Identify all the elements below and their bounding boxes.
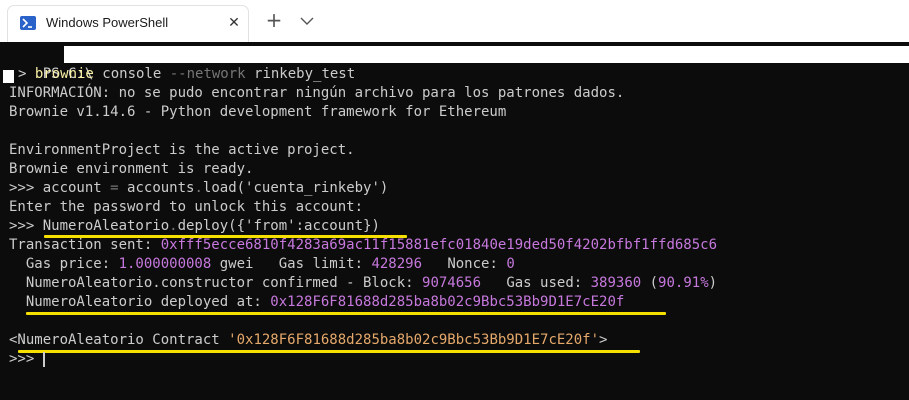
chevron-down-icon[interactable] [298, 11, 316, 31]
final-prompt-line[interactable]: >>> [9, 350, 45, 369]
cursor-block [3, 70, 14, 83]
gas-line: Gas price: 1.000000008 gwei Gas limit: 4… [9, 256, 515, 272]
version-line: Brownie v1.14.6 - Python development fra… [9, 104, 507, 120]
text-caret [42, 351, 45, 367]
deployed-underline [26, 312, 666, 315]
redacted-block [64, 46, 909, 63]
info-line: INFORMACIÓN: no se pudo encontrar ningún… [9, 85, 625, 101]
close-tab-icon[interactable]: ✕ [224, 13, 244, 33]
contract-line: <NumeroAleatorio Contract '0x128F6F81688… [9, 332, 608, 348]
confirmed-line: NumeroAleatorio.constructor confirmed - … [9, 275, 718, 291]
ready-line: Brownie environment is ready. [9, 161, 254, 177]
tab-windows-powershell[interactable]: Windows PowerShell ✕ [8, 6, 248, 42]
new-tab-button[interactable]: + [264, 9, 284, 33]
title-bar: Windows PowerShell ✕ + [0, 0, 909, 42]
load-account-line: >>> account = accounts.load('cuenta_rink… [9, 180, 389, 196]
deployed-line: NumeroAleatorio deployed at: 0x128F6F816… [9, 294, 625, 310]
contract-underline [18, 350, 640, 353]
command-line: > brownie console --network rinkeby_test [18, 66, 356, 82]
active-project-line: EnvironmentProject is the active project… [9, 142, 355, 158]
transaction-line: Transaction sent: 0xfff5ecce6810f4283a69… [9, 237, 718, 253]
password-line: Enter the password to unlock this accoun… [9, 199, 364, 215]
deploy-line: >>> NumeroAleatorio.deploy({'from':accou… [9, 218, 380, 234]
powershell-icon [20, 16, 36, 30]
tab-title: Windows PowerShell [46, 15, 169, 30]
terminal-output[interactable]: PS C:\ > brownie console --network rinke… [0, 42, 909, 400]
